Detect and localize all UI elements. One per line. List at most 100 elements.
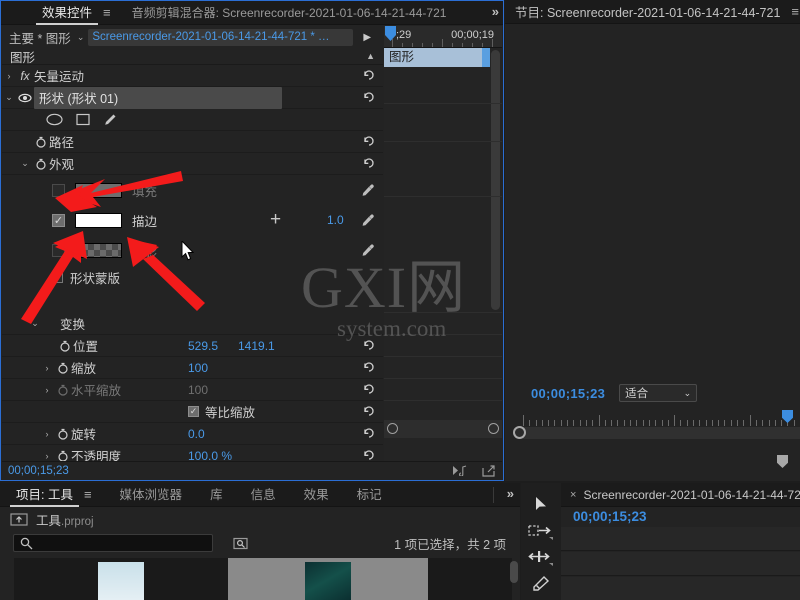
expander-icon[interactable]: ›: [40, 363, 54, 373]
program-out-marker[interactable]: [777, 455, 788, 468]
hscroll-right-knob[interactable]: [488, 423, 499, 434]
ripple-edit-tool[interactable]: [521, 545, 561, 571]
reset-icon[interactable]: [362, 157, 375, 170]
play-audio-icon[interactable]: [453, 464, 468, 477]
tab-markers[interactable]: 标记: [351, 483, 388, 507]
shadow-color-swatch[interactable]: [75, 242, 122, 258]
reset-icon[interactable]: [362, 383, 375, 396]
vertical-scrollbar[interactable]: [491, 50, 500, 310]
row-fill[interactable]: 填充: [2, 175, 383, 205]
track-row[interactable]: [561, 552, 800, 576]
expander-icon[interactable]: ›: [40, 429, 54, 439]
shape-mask-checkbox[interactable]: [52, 271, 63, 283]
tab-overflow-icon[interactable]: »: [507, 486, 514, 501]
row-shape-mask[interactable]: 形状蒙版: [2, 265, 383, 289]
row-transform-group[interactable]: ⌄ 变换: [2, 313, 383, 335]
shadow-checkbox[interactable]: [52, 243, 65, 257]
reset-icon[interactable]: [362, 427, 375, 440]
play-clip-icon[interactable]: ▶: [363, 32, 371, 43]
tab-effect-controls[interactable]: 效果控件: [36, 1, 99, 25]
stroke-color-swatch[interactable]: [75, 212, 122, 228]
selection-tool[interactable]: [521, 491, 561, 517]
tab-libraries[interactable]: 库: [204, 483, 229, 507]
row-appearance[interactable]: ⌄ 外观: [2, 153, 383, 175]
collapse-icon[interactable]: ▲: [366, 51, 375, 61]
keyframe-playhead[interactable]: [385, 26, 396, 41]
expander-icon[interactable]: ›: [2, 71, 16, 81]
rectangle-icon[interactable]: [76, 113, 90, 126]
row-opacity[interactable]: › 不透明度 100.0 %: [2, 445, 383, 461]
program-monitor-scrollbar[interactable]: [513, 426, 800, 439]
track-select-forward-tool[interactable]: [521, 519, 561, 545]
hscroll-left-knob[interactable]: [387, 423, 398, 434]
tab-overflow-icon[interactable]: »: [492, 4, 499, 19]
ec-hscroll-track[interactable]: [384, 420, 502, 438]
sequence-tab-title[interactable]: Screenrecorder-2021-01-06-14-21-44-721: [583, 488, 800, 502]
row-shape[interactable]: ⌄ 形状 (形状 01): [2, 86, 383, 109]
stopwatch-icon[interactable]: [54, 449, 71, 461]
panel-menu-icon[interactable]: ≡: [786, 4, 800, 19]
program-monitor-canvas[interactable]: [513, 24, 800, 379]
reset-icon[interactable]: [362, 449, 375, 461]
panel-menu-icon[interactable]: ≡: [98, 5, 116, 20]
fill-color-swatch[interactable]: [75, 182, 122, 198]
search-input[interactable]: [13, 534, 213, 552]
position-x-value[interactable]: 529.5: [188, 339, 218, 353]
clip-bar[interactable]: 图形: [384, 48, 490, 67]
eyedropper-icon[interactable]: [361, 213, 375, 227]
project-grid-scrollbar[interactable]: [510, 561, 518, 583]
program-timecode[interactable]: 00;00;15;23: [513, 386, 605, 401]
row-path[interactable]: 路径: [2, 131, 383, 153]
reset-icon[interactable]: [362, 135, 375, 148]
clip-selector-caret-icon[interactable]: ⌄: [77, 32, 89, 43]
zoom-level-select[interactable]: 适合 ⌄: [619, 384, 698, 402]
pen-icon[interactable]: [103, 113, 117, 127]
reset-icon[interactable]: [362, 405, 375, 418]
list-item[interactable]: [228, 558, 428, 600]
scroll-left-knob[interactable]: [513, 426, 526, 439]
row-vector-motion[interactable]: › fx 矢量运动: [2, 65, 383, 87]
row-position[interactable]: 位置 529.5 1419.1: [2, 335, 383, 357]
clip-name-field[interactable]: Screenrecorder-2021-01-06-14-21-44-721 *…: [88, 28, 354, 46]
tab-effects[interactable]: 效果: [298, 483, 335, 507]
eyedropper-icon[interactable]: [361, 243, 375, 257]
position-y-value[interactable]: 1419.1: [238, 339, 275, 353]
scale-width-value[interactable]: 100: [188, 383, 208, 397]
scale-value[interactable]: 100: [188, 361, 208, 375]
stopwatch-icon[interactable]: [54, 361, 71, 374]
stopwatch-icon[interactable]: [32, 157, 49, 170]
folder-up-icon[interactable]: [10, 512, 28, 526]
stopwatch-icon[interactable]: [54, 383, 71, 396]
keyframe-ruler[interactable]: ;29 00;00;19: [384, 26, 502, 48]
close-icon[interactable]: ×: [561, 489, 583, 501]
uniform-scale-checkbox[interactable]: ✓: [188, 406, 199, 417]
fill-checkbox[interactable]: [52, 183, 65, 197]
tab-project[interactable]: 项目: 工具: [10, 483, 79, 507]
export-icon[interactable]: [482, 464, 496, 477]
add-stroke-icon[interactable]: +: [270, 210, 281, 229]
reset-icon[interactable]: [362, 361, 375, 374]
expander-icon[interactable]: ⌄: [2, 92, 16, 103]
expander-icon[interactable]: ⌄: [28, 318, 42, 329]
row-stroke[interactable]: ✓ 描边 + 1.0: [2, 205, 383, 235]
list-item[interactable]: [14, 558, 228, 600]
reset-icon[interactable]: [362, 91, 375, 104]
stroke-checkbox[interactable]: ✓: [52, 213, 65, 227]
row-uniform-scale[interactable]: ✓ 等比缩放: [2, 401, 383, 423]
stopwatch-icon[interactable]: [56, 339, 73, 352]
stroke-width-value[interactable]: 1.0: [327, 213, 344, 227]
rotation-value[interactable]: 0.0: [188, 427, 205, 441]
row-rotation[interactable]: › 旋转 0.0: [2, 423, 383, 445]
program-monitor-ruler[interactable]: [523, 412, 800, 426]
tab-media-browser[interactable]: 媒体浏览器: [114, 483, 189, 507]
tab-audio-clip-mixer[interactable]: 音频剪辑混合器: Screenrecorder-2021-01-06-14-21…: [126, 1, 453, 25]
expander-icon[interactable]: ›: [40, 385, 54, 395]
filter-bin-icon[interactable]: [233, 536, 249, 550]
eye-icon[interactable]: [16, 93, 34, 103]
razor-tool[interactable]: [521, 571, 561, 597]
panel-menu-icon[interactable]: ≡: [79, 487, 97, 502]
row-scale-width[interactable]: › 水平缩放 100: [2, 379, 383, 401]
track-row[interactable]: [561, 577, 800, 600]
expander-icon[interactable]: ⌄: [18, 158, 32, 169]
reset-icon[interactable]: [362, 69, 375, 82]
